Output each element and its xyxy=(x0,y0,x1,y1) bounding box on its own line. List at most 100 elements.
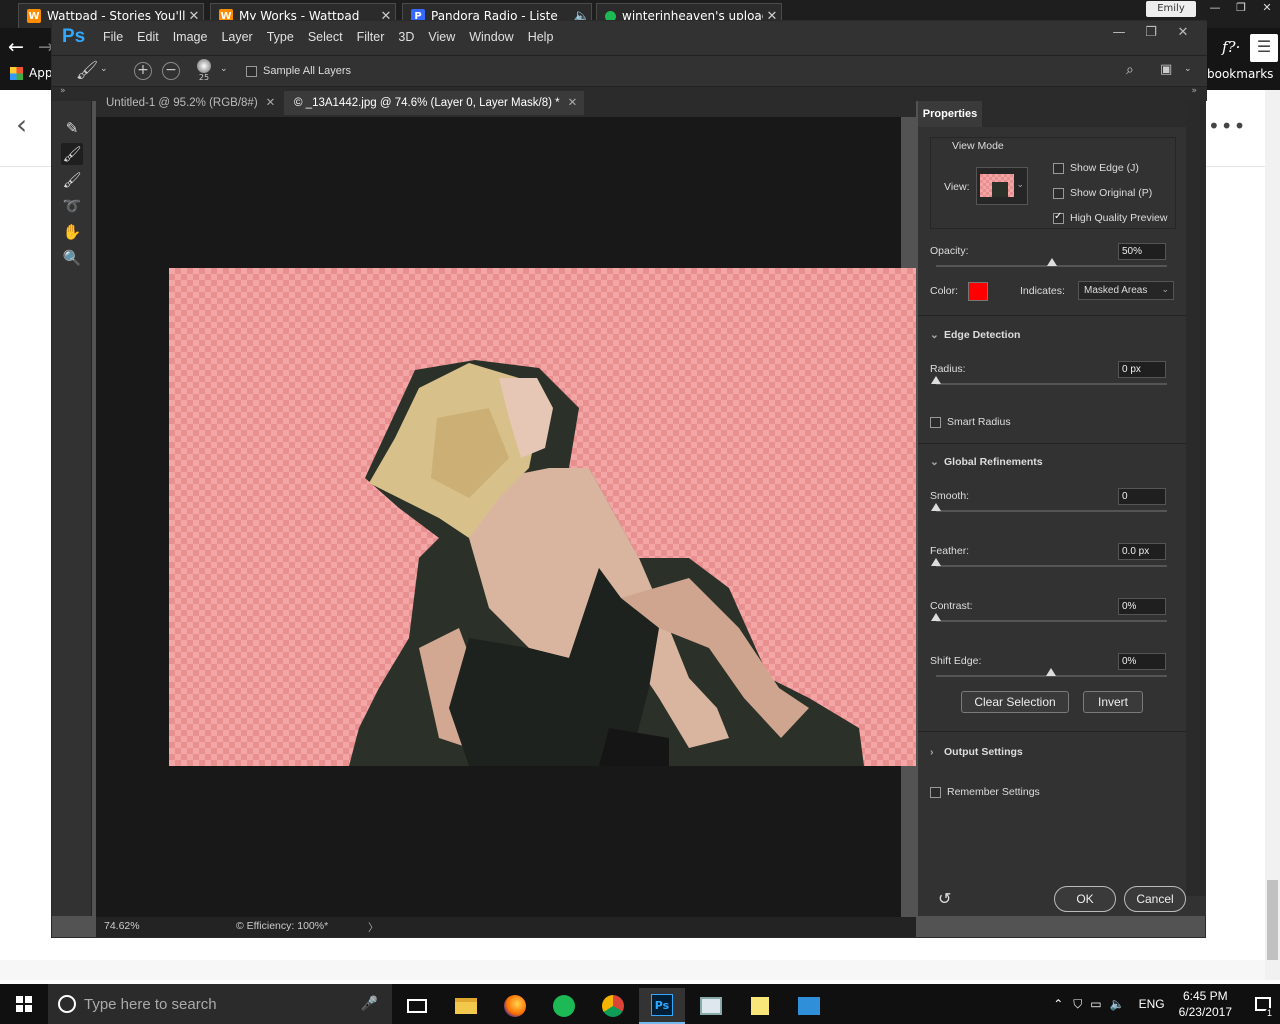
doc-tab-image[interactable]: © _13A1442.jpg @ 74.6% (Layer 0, Layer M… xyxy=(284,91,584,115)
menu-item-window[interactable]: Window xyxy=(469,30,513,44)
cancel-button[interactable]: Cancel xyxy=(1124,886,1186,912)
contrast-field[interactable]: 0% xyxy=(1118,598,1166,615)
microphone-icon[interactable]: 🎤 xyxy=(361,996,378,1012)
minimize-icon[interactable]: — xyxy=(1103,25,1135,40)
zoom-level[interactable]: 74.62% xyxy=(104,920,140,932)
brush-preset-icon[interactable] xyxy=(197,59,211,73)
restore-icon[interactable]: ❐ xyxy=(1228,0,1254,18)
reset-icon[interactable]: ↺ xyxy=(938,889,951,909)
properties-scrollbar[interactable] xyxy=(1186,101,1206,896)
collapse-icon[interactable]: » xyxy=(60,86,66,96)
bookmarks-label[interactable]: bookmarks xyxy=(1207,67,1273,81)
chevron-down-icon[interactable]: ⌄ xyxy=(100,64,108,74)
menu-item-select[interactable]: Select xyxy=(308,30,343,44)
invert-button[interactable]: Invert xyxy=(1083,691,1143,713)
shift-edge-slider[interactable] xyxy=(936,668,1167,677)
masked-image-preview[interactable] xyxy=(169,268,916,766)
chevron-down-icon[interactable]: ⌄ xyxy=(220,64,228,74)
collapse-icon[interactable]: » xyxy=(1191,86,1197,96)
checkbox[interactable] xyxy=(1053,187,1064,199)
back-arrow-icon[interactable]: ← xyxy=(8,36,30,58)
menu-item-view[interactable]: View xyxy=(428,30,455,44)
checkbox[interactable] xyxy=(1053,162,1064,174)
taskbar-search[interactable]: Type here to search 🎤 xyxy=(48,984,392,1024)
firefox-icon[interactable] xyxy=(492,988,538,1024)
remember-settings-checkbox[interactable]: Remember Settings xyxy=(930,786,1040,798)
checkbox[interactable] xyxy=(930,416,941,428)
checkbox[interactable] xyxy=(930,786,941,798)
menu-item-file[interactable]: File xyxy=(103,30,123,44)
chevron-up-icon[interactable]: ⌃ xyxy=(1053,997,1063,1011)
lasso-tool-icon[interactable]: ➰ xyxy=(61,195,83,217)
slider-knob[interactable] xyxy=(931,558,941,566)
sticky-notes-icon[interactable] xyxy=(737,988,783,1024)
brush-tool-icon[interactable]: 🖌 xyxy=(61,169,83,191)
hand-tool-icon[interactable]: ✋ xyxy=(61,221,83,243)
close-icon[interactable]: ✕ xyxy=(568,97,578,109)
menu-item-3d[interactable]: 3D xyxy=(398,30,414,44)
edge-detection-header[interactable]: ⌄ Edge Detection xyxy=(930,329,1020,341)
restore-icon[interactable]: ❐ xyxy=(1135,25,1167,40)
close-icon[interactable]: ✕ xyxy=(1254,0,1280,18)
doc-tab-untitled[interactable]: Untitled-1 @ 95.2% (RGB/8#) ✕ xyxy=(96,91,280,115)
opacity-field[interactable]: 50% xyxy=(1118,243,1166,260)
minimize-icon[interactable]: — xyxy=(1202,0,1228,18)
high-quality-preview-checkbox[interactable]: High Quality Preview xyxy=(1053,211,1167,224)
spotify-icon[interactable] xyxy=(541,988,587,1024)
page-scrollbar[interactable] xyxy=(1265,90,1280,980)
slider-knob[interactable] xyxy=(931,613,941,621)
opacity-slider[interactable] xyxy=(936,258,1167,267)
shift-edge-field[interactable]: 0% xyxy=(1118,653,1166,670)
refine-edge-brush-icon[interactable]: 🖌 xyxy=(61,143,83,165)
radius-slider[interactable] xyxy=(931,376,1167,385)
smooth-field[interactable]: 0 xyxy=(1118,488,1166,505)
chrome-user-button[interactable]: Emily xyxy=(1146,1,1196,17)
extension-icon[interactable]: ☰ xyxy=(1250,34,1278,62)
overlay-color-swatch[interactable] xyxy=(968,282,988,301)
scrollbar-thumb[interactable] xyxy=(1267,880,1278,960)
radius-field[interactable]: 0 px xyxy=(1118,361,1166,378)
search-icon[interactable]: ⌕ xyxy=(1126,62,1134,78)
file-explorer-icon[interactable] xyxy=(443,988,489,1024)
chevron-left-icon[interactable]: ‹ xyxy=(16,108,27,141)
menu-item-image[interactable]: Image xyxy=(173,30,208,44)
volume-icon[interactable]: 🔈 xyxy=(1110,997,1125,1011)
menu-item-type[interactable]: Type xyxy=(267,30,294,44)
extension-label[interactable]: f?· xyxy=(1222,38,1240,56)
zoom-tool-icon[interactable]: 🔍 xyxy=(61,247,83,269)
task-view-icon[interactable] xyxy=(394,988,440,1024)
smart-radius-checkbox[interactable]: Smart Radius xyxy=(930,416,1011,428)
show-original-checkbox[interactable]: Show Original (P) xyxy=(1053,187,1152,199)
slider-knob[interactable] xyxy=(931,503,941,511)
checkbox[interactable] xyxy=(1053,211,1064,224)
photos-app-icon[interactable] xyxy=(688,988,734,1024)
start-button[interactable] xyxy=(0,984,48,1024)
quick-selection-tool-icon[interactable]: ✎ xyxy=(61,117,83,139)
people-icon[interactable]: ⛉ xyxy=(1073,997,1082,1012)
menu-item-layer[interactable]: Layer xyxy=(221,30,252,44)
slider-knob[interactable] xyxy=(1046,668,1056,676)
show-edge-checkbox[interactable]: Show Edge (J) xyxy=(1053,162,1139,174)
subtract-mode-icon[interactable]: − xyxy=(162,62,180,80)
slider-knob[interactable] xyxy=(1046,258,1057,266)
output-settings-header[interactable]: › Output Settings xyxy=(930,746,1023,758)
refine-brush-icon[interactable]: 🖌 xyxy=(72,60,102,81)
ok-button[interactable]: OK xyxy=(1054,886,1116,912)
clear-selection-button[interactable]: Clear Selection xyxy=(961,691,1069,713)
canvas-area[interactable] xyxy=(96,117,916,917)
more-options-icon[interactable]: ••• xyxy=(1208,114,1246,138)
network-icon[interactable]: ▭ xyxy=(1090,997,1101,1011)
contrast-slider[interactable] xyxy=(931,613,1167,622)
add-mode-icon[interactable]: + xyxy=(134,62,152,80)
properties-tab[interactable]: Properties xyxy=(918,101,982,127)
menu-item-filter[interactable]: Filter xyxy=(357,30,385,44)
close-icon[interactable]: ✕ xyxy=(1167,25,1199,40)
slider-knob[interactable] xyxy=(931,376,941,384)
chevron-right-icon[interactable]: 〉 xyxy=(368,920,379,935)
smooth-slider[interactable] xyxy=(931,503,1167,512)
store-app-icon[interactable] xyxy=(786,988,832,1024)
feather-field[interactable]: 0.0 px xyxy=(1118,543,1166,560)
workspace-icon[interactable]: ▣ xyxy=(1160,62,1172,77)
chrome-icon[interactable] xyxy=(590,988,636,1024)
view-mode-dropdown[interactable]: ⌄ xyxy=(976,167,1028,205)
